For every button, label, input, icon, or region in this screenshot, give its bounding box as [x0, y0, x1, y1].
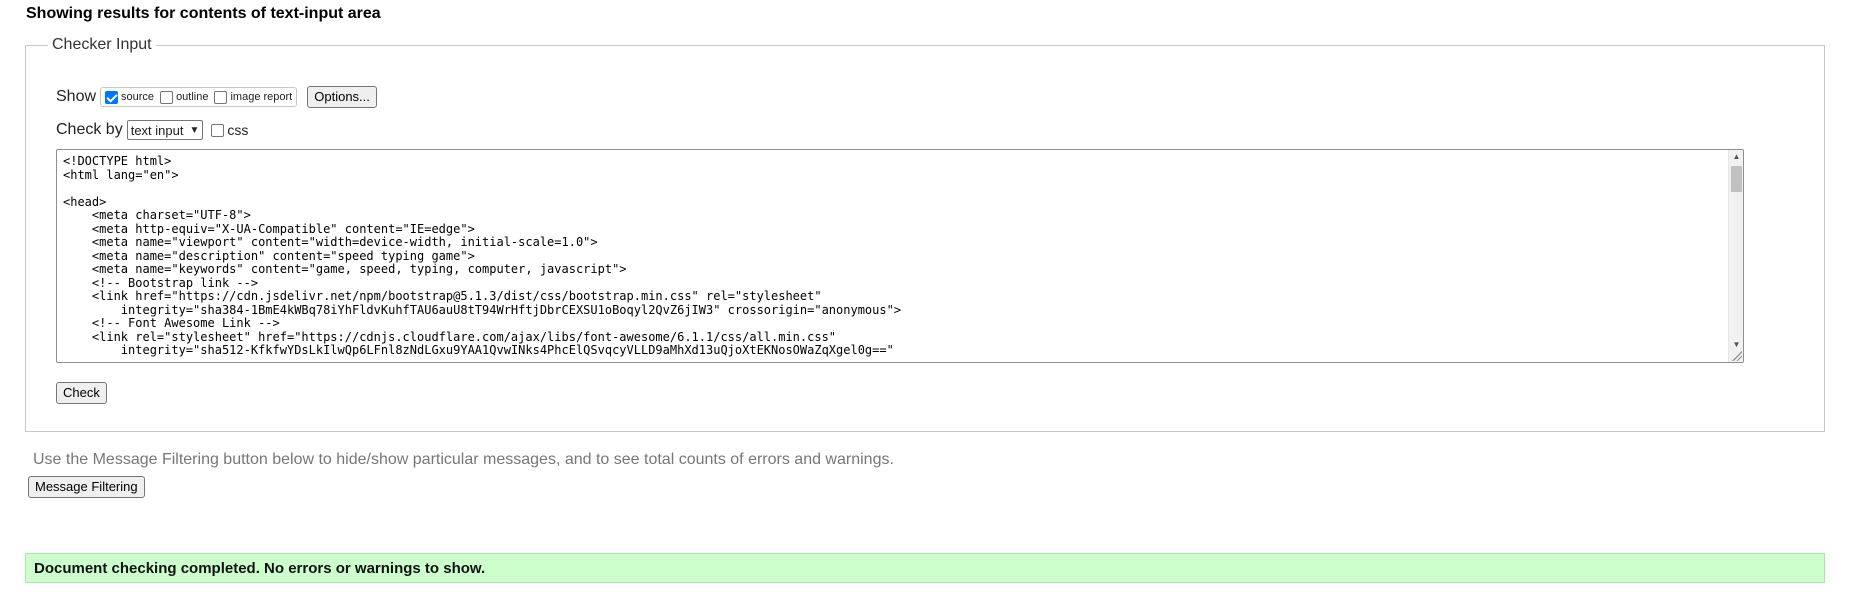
check-by-label: Check by [56, 121, 123, 138]
message-filtering-wrap: Message Filtering [28, 476, 145, 498]
scroll-down-arrow-icon[interactable]: ▼ [1729, 338, 1743, 352]
scrollbar-thumb[interactable] [1731, 166, 1742, 192]
message-filtering-hint: Use the Message Filtering button below t… [33, 451, 894, 468]
outline-option-label: outline [176, 91, 209, 103]
css-option-label: css [227, 122, 249, 138]
source-textarea[interactable]: <!DOCTYPE html> <html lang="en"> <head> … [56, 149, 1744, 363]
resize-grip-icon[interactable] [1732, 351, 1742, 361]
css-option[interactable]: css [211, 122, 248, 138]
check-by-select[interactable]: text input ▼ [126, 120, 204, 140]
success-message-banner: Document checking completed. No errors o… [25, 553, 1825, 583]
page-title: Showing results for contents of text-inp… [26, 5, 381, 22]
checker-input-legend: Checker Input [52, 36, 152, 53]
show-options-row: Show source outline image report Options… [56, 86, 377, 108]
textarea-scrollbar[interactable]: ▲ ▼ [1728, 150, 1743, 362]
checker-input-fieldset: Checker Input Show source outline image … [25, 36, 1825, 432]
show-image-report-option[interactable]: image report [214, 90, 293, 104]
check-button[interactable]: Check [56, 382, 107, 404]
source-checkbox[interactable] [105, 90, 119, 104]
chevron-down-icon: ▼ [189, 124, 200, 136]
show-outline-option[interactable]: outline [160, 90, 209, 104]
source-textarea-content: <!DOCTYPE html> <html lang="en"> <head> … [63, 154, 902, 357]
check-button-wrap: Check [56, 382, 107, 404]
image-report-option-label: image report [230, 91, 293, 103]
check-by-value: text input [130, 122, 184, 138]
source-option-label: source [121, 91, 155, 103]
check-by-row: Check by text input ▼ css [56, 120, 248, 140]
options-button[interactable]: Options... [307, 86, 377, 108]
outline-checkbox[interactable] [160, 90, 174, 104]
show-source-option[interactable]: source [105, 90, 155, 104]
scroll-up-arrow-icon[interactable]: ▲ [1729, 150, 1743, 164]
css-checkbox[interactable] [211, 123, 225, 137]
show-label: Show [56, 88, 97, 105]
image-report-checkbox[interactable] [214, 90, 228, 104]
show-options-group: source outline image report [100, 87, 298, 107]
message-filtering-button[interactable]: Message Filtering [28, 476, 145, 498]
